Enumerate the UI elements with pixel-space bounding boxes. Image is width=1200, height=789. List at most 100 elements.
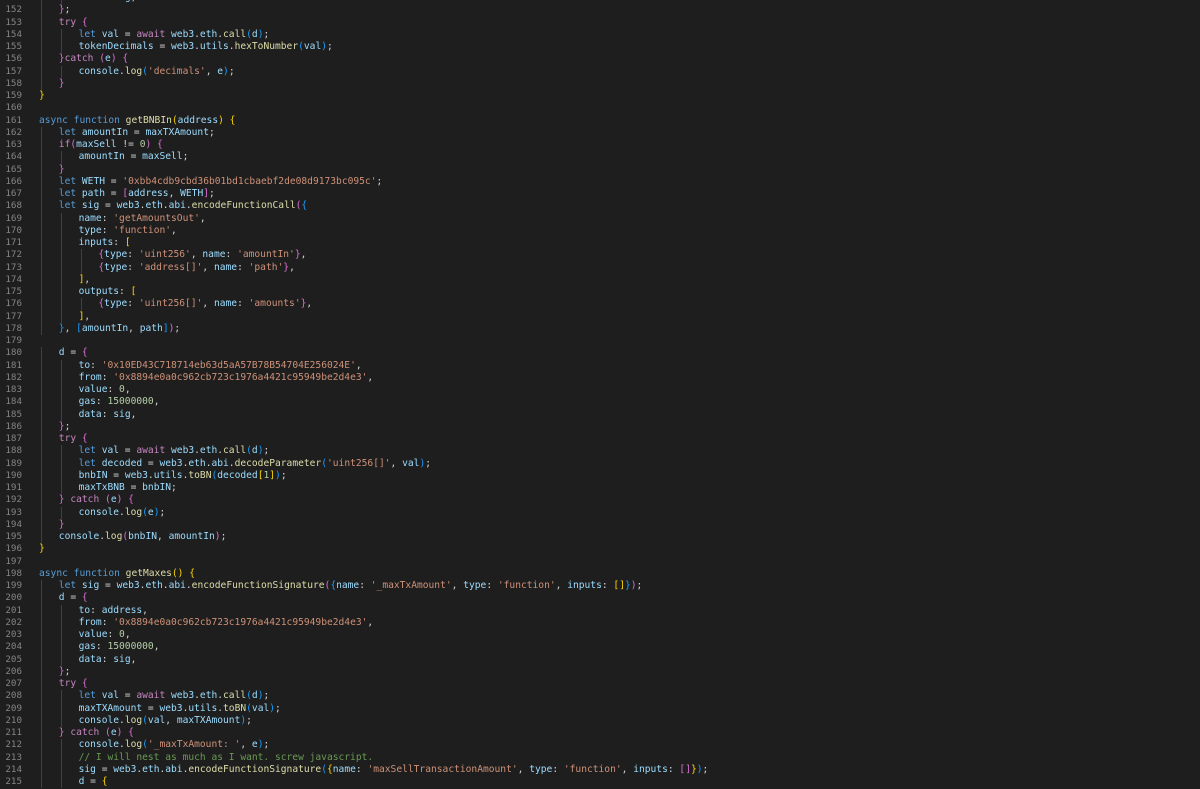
code-line[interactable]: 196} — [0, 543, 1200, 555]
code-token: maxSell — [76, 139, 117, 150]
code-line[interactable]: 174], — [0, 273, 1200, 286]
code-line[interactable]: 163 if(maxSell != 0) { — [0, 139, 1200, 152]
code-line[interactable]: 208 let val = await web3.eth.call(d); — [0, 690, 1200, 703]
code-line[interactable]: 192} catch (e) { — [0, 494, 1200, 507]
code-text: try { — [22, 433, 1200, 446]
code-editor[interactable]: 151data: sig,152};153try {154let val = a… — [0, 0, 1200, 789]
code-token: , — [130, 653, 137, 665]
line-number: 178 — [5, 322, 22, 334]
indent-guide — [41, 359, 42, 372]
code-line[interactable]: 159} — [0, 90, 1200, 102]
code-text: let sig = web3.eth.abi.encodeFunctionCal… — [22, 200, 1200, 213]
code-line[interactable]: 161 async function getBNBIn(address) { — [0, 115, 1200, 127]
code-line[interactable]: 166 let WETH = '0xbb4cdb9cbd36b01bd1cbaeb… — [0, 175, 1200, 188]
code-line[interactable]: 206}; — [0, 665, 1200, 678]
code-line[interactable]: 199 let sig = web3.eth.abi.encodeFunction… — [0, 580, 1200, 593]
code-line[interactable]: 177], — [0, 310, 1200, 323]
indent-guide — [60, 359, 62, 372]
code-line[interactable]: 160 — [0, 102, 1200, 114]
code-line[interactable]: 209 maxTXAmount = web3.utils.toBN(val); — [0, 702, 1200, 715]
code-token: , — [306, 298, 313, 310]
code-line[interactable]: 205 data: sig, — [0, 653, 1200, 666]
code-line[interactable]: 204 gas: 15000000, — [0, 641, 1200, 654]
code-line[interactable]: 203 value: 0, — [0, 629, 1200, 642]
code-token: , — [128, 322, 140, 334]
line-number: 191 — [5, 482, 22, 493]
code-line[interactable]: 171 inputs: [ — [0, 237, 1200, 250]
indent-guide — [60, 151, 62, 164]
code-line[interactable]: 178}, [amountIn, path]); — [0, 322, 1200, 335]
code-line[interactable]: 215 d = { — [0, 776, 1200, 789]
indent-guide — [41, 580, 42, 593]
code-line[interactable]: 207 try { — [0, 678, 1200, 691]
code-line[interactable]: 193 console.log(e); — [0, 506, 1200, 519]
code-text: try { — [22, 678, 1200, 691]
code-line[interactable]: 213 // I will nest as much as I want. scr… — [0, 751, 1200, 764]
code-token: , — [153, 641, 160, 653]
code-line[interactable]: 202 from: '0x8894e0a0c962cb723c1976a4421c… — [0, 616, 1200, 629]
code-line[interactable]: 154 let val = await web3.eth.call(d); — [0, 28, 1200, 41]
code-token: ; — [174, 322, 181, 334]
code-line[interactable]: 167 let path = [address, WETH]; — [0, 188, 1200, 201]
code-token: try — [58, 16, 77, 28]
code-line[interactable]: 200 d = { — [0, 592, 1200, 605]
code-text: data: sig, — [22, 653, 1200, 666]
line-number: 174 — [5, 273, 22, 285]
code-token: type — [104, 261, 128, 273]
code-token: let — [58, 188, 77, 199]
code-line[interactable]: 168 let sig = web3.eth.abi.encodeFunction… — [0, 200, 1200, 213]
code-line[interactable]: 188 let val = await web3.eth.call(d); — [0, 445, 1200, 458]
code-line[interactable]: 191 maxTxBNB = bnbIN; — [0, 482, 1200, 495]
code-line[interactable]: 169 name: 'getAmountsOut', — [0, 212, 1200, 225]
code-line[interactable]: 165} — [0, 163, 1200, 176]
code-line[interactable]: 158} — [0, 77, 1200, 90]
code-line[interactable]: 195 console.log(bnbIN, amountIn); — [0, 531, 1200, 544]
indent-guide — [60, 371, 62, 384]
code-line[interactable]: 162 let amountIn = maxTXAmount; — [0, 126, 1200, 139]
indent-guide — [60, 616, 62, 629]
code-token: } — [58, 163, 65, 175]
code-line[interactable]: 170 type: 'function', — [0, 224, 1200, 237]
indent-guide — [41, 763, 42, 776]
code-text: gas: 15000000, — [22, 641, 1200, 654]
code-line[interactable]: 173 {type: 'address[]', name: 'path'}, — [0, 261, 1200, 274]
code-line[interactable]: 172 {type: 'uint256', name: 'amountIn'}, — [0, 249, 1200, 262]
code-line[interactable]: 214 sig = web3.eth.abi.encodeFunctionSign… — [0, 763, 1200, 776]
code-token: ; — [246, 714, 252, 726]
code-line[interactable]: 184 gas: 15000000, — [0, 396, 1200, 409]
code-text: console.log(val, maxTXAmount); — [22, 714, 1200, 727]
code-line[interactable]: 198 async function getMaxes() { — [0, 568, 1200, 580]
code-line[interactable]: 183 value: 0, — [0, 384, 1200, 397]
code-line[interactable]: 201 to: address, — [0, 604, 1200, 617]
code-line[interactable]: 190 bnbIN = web3.utils.toBN(decoded[1]); — [0, 469, 1200, 482]
code-line[interactable]: 182 from: '0x8894e0a0c962cb723c1976a4421c… — [0, 371, 1200, 384]
code-line[interactable]: 210 console.log(val, maxTXAmount); — [0, 714, 1200, 727]
code-line[interactable]: 186}; — [0, 420, 1200, 433]
code-line[interactable]: 153 try { — [0, 16, 1200, 29]
code-line[interactable]: 176 {type: 'uint256[]', name: 'amounts'}, — [0, 298, 1200, 311]
code-line[interactable]: 180 d = { — [0, 347, 1200, 360]
code-line[interactable]: 212 console.log('_maxTxAmount: ', e); — [0, 739, 1200, 752]
code-line[interactable]: 187 try { — [0, 433, 1200, 446]
code-line[interactable]: 156}catch (e) { — [0, 53, 1200, 66]
code-line[interactable]: 181 to: '0x10ED43C718714eb63d5aA57B78B547… — [0, 359, 1200, 372]
code-line[interactable]: 179 — [0, 335, 1200, 347]
code-line[interactable]: 194} — [0, 518, 1200, 531]
code-line[interactable]: 175 outputs: [ — [0, 286, 1200, 299]
code-line[interactable]: 157 console.log('decimals', e); — [0, 65, 1200, 78]
line-number: 172 — [5, 249, 22, 261]
code-line[interactable]: 152}; — [0, 4, 1200, 17]
code-token: : — [102, 0, 114, 3]
code-token: val — [101, 690, 120, 702]
code-line[interactable]: 185 data: sig, — [0, 408, 1200, 421]
code-line[interactable]: 164 amountIn = maxSell; — [0, 151, 1200, 164]
code-line[interactable]: 211} catch (e) { — [0, 727, 1200, 740]
code-text: d = { — [22, 347, 1200, 360]
code-line[interactable]: 155 tokenDecimals = web3.utils.hexToNumbe… — [0, 41, 1200, 54]
code-line[interactable]: 189 let decoded = web3.eth.abi.decodePara… — [0, 457, 1200, 470]
code-token: { — [81, 347, 88, 359]
code-token: = — [119, 445, 137, 457]
code-token: 'uint256[]' — [327, 457, 391, 469]
code-token: = — [153, 41, 172, 52]
code-line[interactable]: 197 — [0, 556, 1200, 568]
